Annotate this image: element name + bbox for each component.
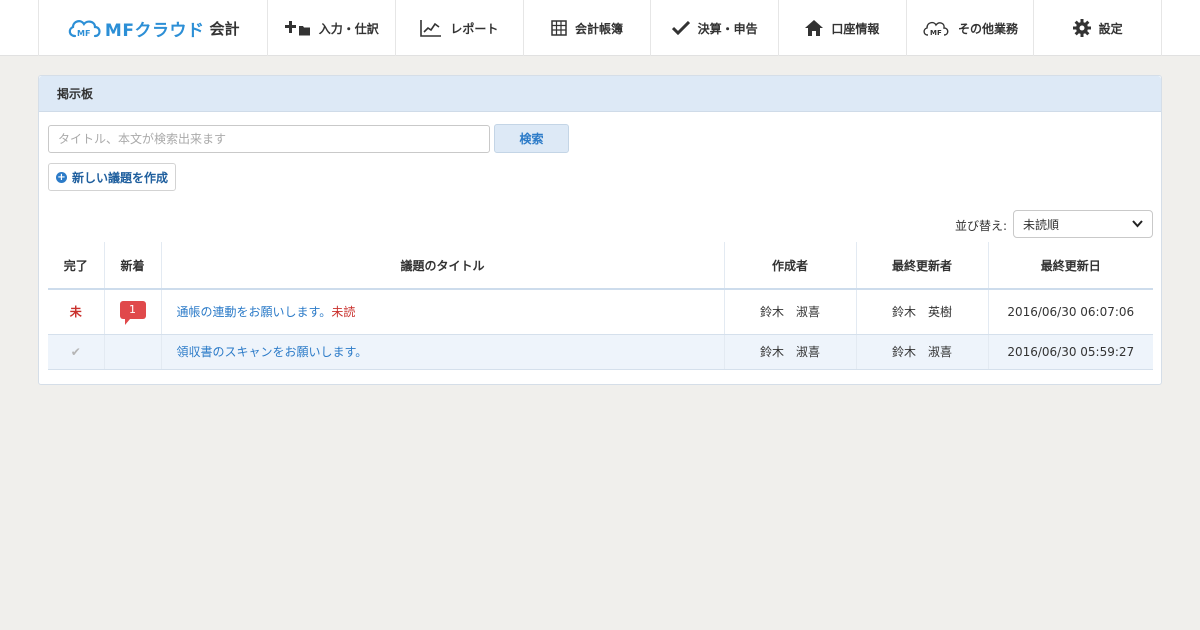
nav-item-closing[interactable]: 決算・申告 [651, 0, 780, 56]
table-row[interactable]: ✔ 領収書のスキャンをお願いします。 鈴木 淑喜 鈴木 淑喜 2016/06/3… [48, 334, 1153, 370]
line-chart-icon [420, 20, 442, 37]
nav-item-settings[interactable]: 設定 [1034, 0, 1162, 56]
nav-label: その他業務 [957, 21, 1018, 36]
search-input[interactable] [48, 125, 490, 153]
topic-title-link[interactable]: 通帳の連動をお願いします。 [177, 305, 332, 319]
nav-label: レポート [450, 21, 499, 36]
topics-table: 完了 新着 議題のタイトル 作成者 最終更新者 最終更新日 未 1 通帳の連動を… [48, 242, 1153, 370]
panel-title: 掲示板 [39, 76, 1161, 112]
logo-sub: 会計 [209, 19, 240, 38]
ledger-grid-icon [551, 20, 567, 36]
nav-item-ledger[interactable]: 会計帳簿 [524, 0, 652, 56]
nav-item-report[interactable]: レポート [396, 0, 524, 56]
nav-item-entry[interactable]: 入力・仕訳 [268, 0, 397, 56]
cloud-logo-icon: MF [68, 20, 101, 38]
new-cell: 1 [104, 289, 162, 335]
gear-icon [1072, 19, 1091, 37]
sort-label: 並び替え: [955, 219, 1008, 233]
updated-at-cell: 2016/06/30 05:59:27 [988, 334, 1153, 370]
sort-selected-value: 未読順 [1023, 217, 1060, 232]
topic-title-link[interactable]: 領収書のスキャンをお願いします。 [177, 345, 368, 359]
nav-label: 設定 [1098, 21, 1123, 36]
search-button[interactable]: 検索 [494, 124, 569, 153]
svg-text:MF: MF [77, 29, 90, 38]
new-cell [104, 334, 162, 370]
done-cell: ✔ [48, 334, 105, 370]
unread-tag: 未読 [331, 305, 356, 320]
plus-circle-icon: + [56, 171, 67, 183]
top-navbar: MF MFクラウド 会計 入力・仕訳 レポート 会計帳簿 決算・申告 口座情報 … [0, 0, 1200, 56]
updated-at-cell: 2016/06/30 06:07:06 [988, 289, 1153, 335]
chevron-down-icon [1132, 220, 1143, 228]
nav-item-accounts[interactable]: 口座情報 [779, 0, 907, 56]
col-header-new[interactable]: 新着 [104, 242, 162, 290]
plus-folder-icon [284, 21, 310, 36]
col-header-done[interactable]: 完了 [48, 242, 105, 290]
nav-item-other[interactable]: MF その他業務 [907, 0, 1035, 56]
main-nav: MF MFクラウド 会計 入力・仕訳 レポート 会計帳簿 決算・申告 口座情報 … [38, 0, 1162, 56]
col-header-updater[interactable]: 最終更新者 [856, 242, 989, 290]
home-icon [805, 20, 824, 36]
col-header-creator[interactable]: 作成者 [724, 242, 857, 290]
new-topic-label: 新しい議題を作成 [72, 170, 169, 185]
creator-cell: 鈴木 淑喜 [724, 334, 857, 370]
svg-text:MF: MF [930, 29, 942, 37]
col-header-title[interactable]: 議題のタイトル [161, 242, 725, 290]
cloud-mf-icon: MF [923, 21, 949, 37]
col-header-updated-at[interactable]: 最終更新日 [988, 242, 1153, 290]
nav-label: 決算・申告 [697, 21, 758, 36]
creator-cell: 鈴木 淑喜 [724, 289, 857, 335]
table-row[interactable]: 未 1 通帳の連動をお願いします。未読 鈴木 淑喜 鈴木 英樹 2016/06/… [48, 289, 1153, 335]
check-icon: ✔ [70, 344, 81, 359]
undone-mark: 未 [69, 305, 82, 320]
sort-select[interactable]: 未読順 [1013, 210, 1153, 238]
done-cell: 未 [48, 289, 105, 335]
board-panel: 掲示板 検索 + 新しい議題を作成 並び替え: 未読順 完了 新着 議題のタイト… [38, 75, 1162, 385]
checkmark-icon [671, 21, 690, 35]
new-topic-button[interactable]: + 新しい議題を作成 [48, 163, 177, 191]
nav-label: 口座情報 [831, 21, 880, 36]
nav-label: 入力・仕訳 [318, 21, 379, 36]
title-cell: 通帳の連動をお願いします。未読 [161, 289, 725, 335]
logo-brand: MFクラウド [104, 20, 205, 41]
new-comment-badge: 1 [119, 300, 146, 325]
table-header-row: 完了 新着 議題のタイトル 作成者 最終更新者 最終更新日 [48, 242, 1153, 290]
title-cell: 領収書のスキャンをお願いします。 [161, 334, 725, 370]
updater-cell: 鈴木 英樹 [856, 289, 989, 335]
updater-cell: 鈴木 淑喜 [856, 334, 989, 370]
app-logo[interactable]: MF MFクラウド 会計 [39, 0, 269, 56]
nav-label: 会計帳簿 [575, 21, 624, 36]
